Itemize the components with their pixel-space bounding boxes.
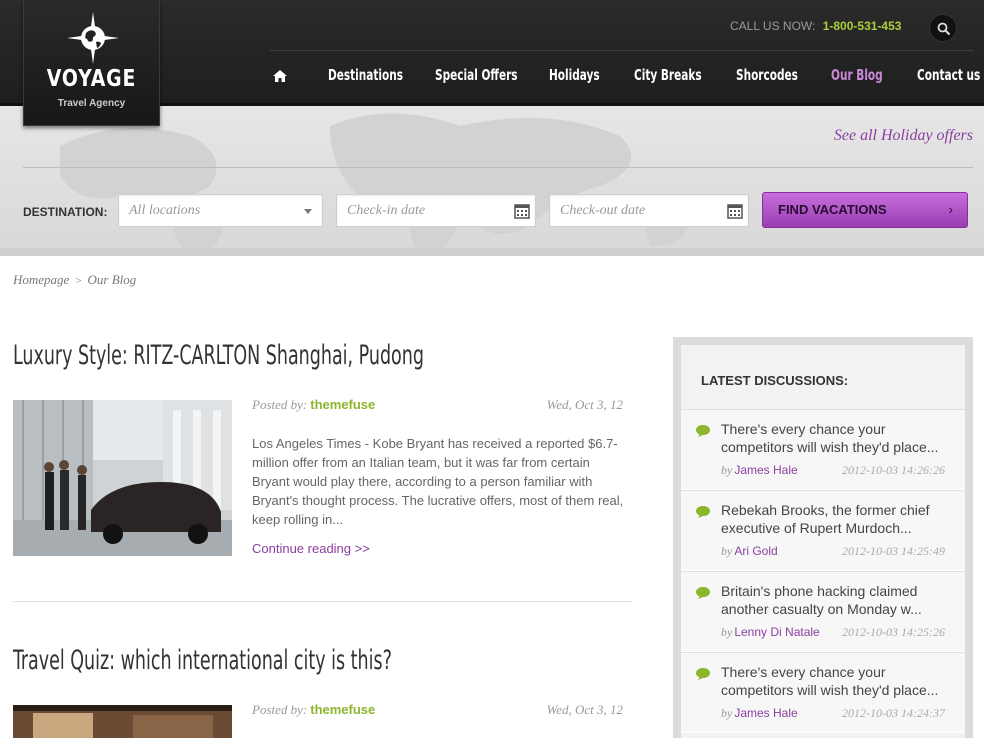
- discussion-text[interactable]: Rebekah Brooks, the former chief executi…: [721, 501, 951, 537]
- chevron-down-icon: [304, 209, 312, 214]
- discussion-author-link[interactable]: Lenny Di Natale: [734, 625, 819, 639]
- post-meta-author: Posted by: themefuse: [252, 702, 375, 718]
- discussion-author: by James Hale: [721, 706, 798, 721]
- post-author-link[interactable]: themefuse: [310, 397, 375, 412]
- see-all-holiday-offers-link[interactable]: See all Holiday offers: [834, 127, 973, 145]
- post-thumbnail[interactable]: [13, 400, 232, 556]
- site-logo[interactable]: VOYAGE Travel Agency: [23, 0, 160, 126]
- checkout-date-input[interactable]: Check-out date: [549, 194, 749, 227]
- compass-icon: [67, 12, 119, 64]
- nav-destinations[interactable]: Destinations: [328, 66, 403, 84]
- nav-divider: [270, 50, 974, 51]
- destination-label: DESTINATION:: [23, 205, 108, 219]
- discussion-text[interactable]: There's every chance your competitors wi…: [721, 663, 951, 699]
- discussion-date: 2012-10-03 14:26:26: [842, 463, 945, 477]
- discussion-author-link[interactable]: James Hale: [734, 463, 797, 477]
- breadcrumb-home[interactable]: Homepage: [13, 272, 69, 287]
- discussion-item[interactable]: There's every chance your competitors wi…: [681, 652, 965, 733]
- nav-city-breaks[interactable]: City Breaks: [634, 66, 702, 84]
- speech-bubble-icon: [696, 668, 710, 680]
- discussion-date: 2012-10-03 14:25:26: [842, 625, 945, 639]
- breadcrumb-current: Our Blog: [87, 272, 137, 287]
- checkin-placeholder: Check-in date: [347, 203, 426, 218]
- breadcrumb: Homepage > Our Blog: [13, 272, 136, 288]
- home-icon[interactable]: [273, 70, 287, 82]
- by-label: by: [721, 544, 733, 558]
- post-image-interior: [13, 705, 232, 738]
- by-label: by: [721, 706, 733, 720]
- checkin-date-input[interactable]: Check-in date: [336, 194, 536, 227]
- discussion-item[interactable]: Britain's phone hacking claimed another …: [681, 571, 965, 652]
- post-title[interactable]: Travel Quiz: which international city is…: [13, 645, 392, 676]
- discussion-author: by Ari Gold: [721, 544, 778, 559]
- search-button[interactable]: [929, 14, 957, 42]
- discussion-author: by James Hale: [721, 463, 798, 478]
- post-excerpt: Los Angeles Times - Kobe Bryant has rece…: [252, 436, 624, 527]
- find-vacations-label: FIND VACATIONS: [778, 202, 887, 217]
- post-divider: [13, 601, 633, 602]
- sidebar-latest-discussions: LATEST DISCUSSIONS: There's every chance…: [673, 337, 973, 738]
- discussion-item[interactable]: There's every chance your competitors wi…: [681, 409, 965, 490]
- speech-bubble-icon: [696, 425, 710, 437]
- post-thumbnail[interactable]: [13, 705, 232, 738]
- discussion-text[interactable]: There's every chance your competitors wi…: [721, 420, 951, 456]
- nav-holidays[interactable]: Holidays: [549, 66, 600, 84]
- posted-by-label: Posted by:: [252, 702, 308, 717]
- nav-special-offers[interactable]: Special Offers: [435, 66, 518, 84]
- discussion-date: 2012-10-03 14:24:37: [842, 706, 945, 720]
- nav-our-blog[interactable]: Our Blog: [831, 66, 883, 84]
- find-vacations-button[interactable]: FIND VACATIONS ›: [762, 192, 968, 228]
- post-image-hotel-entrance: [13, 400, 232, 556]
- phone-number[interactable]: 1-800-531-453: [823, 19, 902, 33]
- post-title[interactable]: Luxury Style: RITZ-CARLTON Shanghai, Pud…: [13, 340, 424, 371]
- call-us: CALL US NOW: 1-800-531-453: [730, 19, 901, 33]
- logo-name: VOYAGE: [46, 66, 137, 92]
- search-banner: See all Holiday offers DESTINATION: All …: [0, 106, 984, 256]
- post-meta-author: Posted by: themefuse: [252, 397, 375, 413]
- breadcrumb-separator: >: [75, 275, 82, 287]
- search-icon: [937, 22, 951, 36]
- posted-by-label: Posted by:: [252, 397, 308, 412]
- discussion-date: 2012-10-03 14:25:49: [842, 544, 945, 558]
- checkout-placeholder: Check-out date: [560, 203, 646, 218]
- continue-reading-link[interactable]: Continue reading >>: [252, 541, 370, 556]
- discussion-text[interactable]: Britain's phone hacking claimed another …: [721, 582, 951, 618]
- post-date: Wed, Oct 3, 12: [546, 397, 623, 412]
- calendar-icon[interactable]: [514, 203, 530, 219]
- location-select-value: All locations: [129, 203, 201, 218]
- nav-shorcodes[interactable]: Shorcodes: [736, 66, 798, 84]
- chevron-right-icon: ›: [948, 202, 953, 217]
- search-divider: [23, 167, 973, 168]
- sidebar-panel: LATEST DISCUSSIONS: There's every chance…: [681, 345, 965, 738]
- sidebar-title: LATEST DISCUSSIONS:: [701, 373, 849, 388]
- speech-bubble-icon: [696, 506, 710, 518]
- discussion-author: by Lenny Di Natale: [721, 625, 820, 640]
- by-label: by: [721, 463, 733, 477]
- post-author-link[interactable]: themefuse: [310, 702, 375, 717]
- calendar-icon[interactable]: [727, 203, 743, 219]
- post-date: Wed, Oct 3, 12: [546, 702, 623, 717]
- logo-tagline: Travel Agency: [57, 98, 126, 109]
- discussion-author-link[interactable]: James Hale: [734, 706, 797, 720]
- discussion-item[interactable]: Rebekah Brooks, the former chief executi…: [681, 490, 965, 571]
- speech-bubble-icon: [696, 587, 710, 599]
- discussion-author-link[interactable]: Ari Gold: [734, 544, 777, 558]
- nav-contact-us[interactable]: Contact us: [917, 66, 980, 84]
- call-us-label: CALL US NOW:: [730, 19, 816, 33]
- location-select[interactable]: All locations: [118, 194, 323, 227]
- by-label: by: [721, 625, 733, 639]
